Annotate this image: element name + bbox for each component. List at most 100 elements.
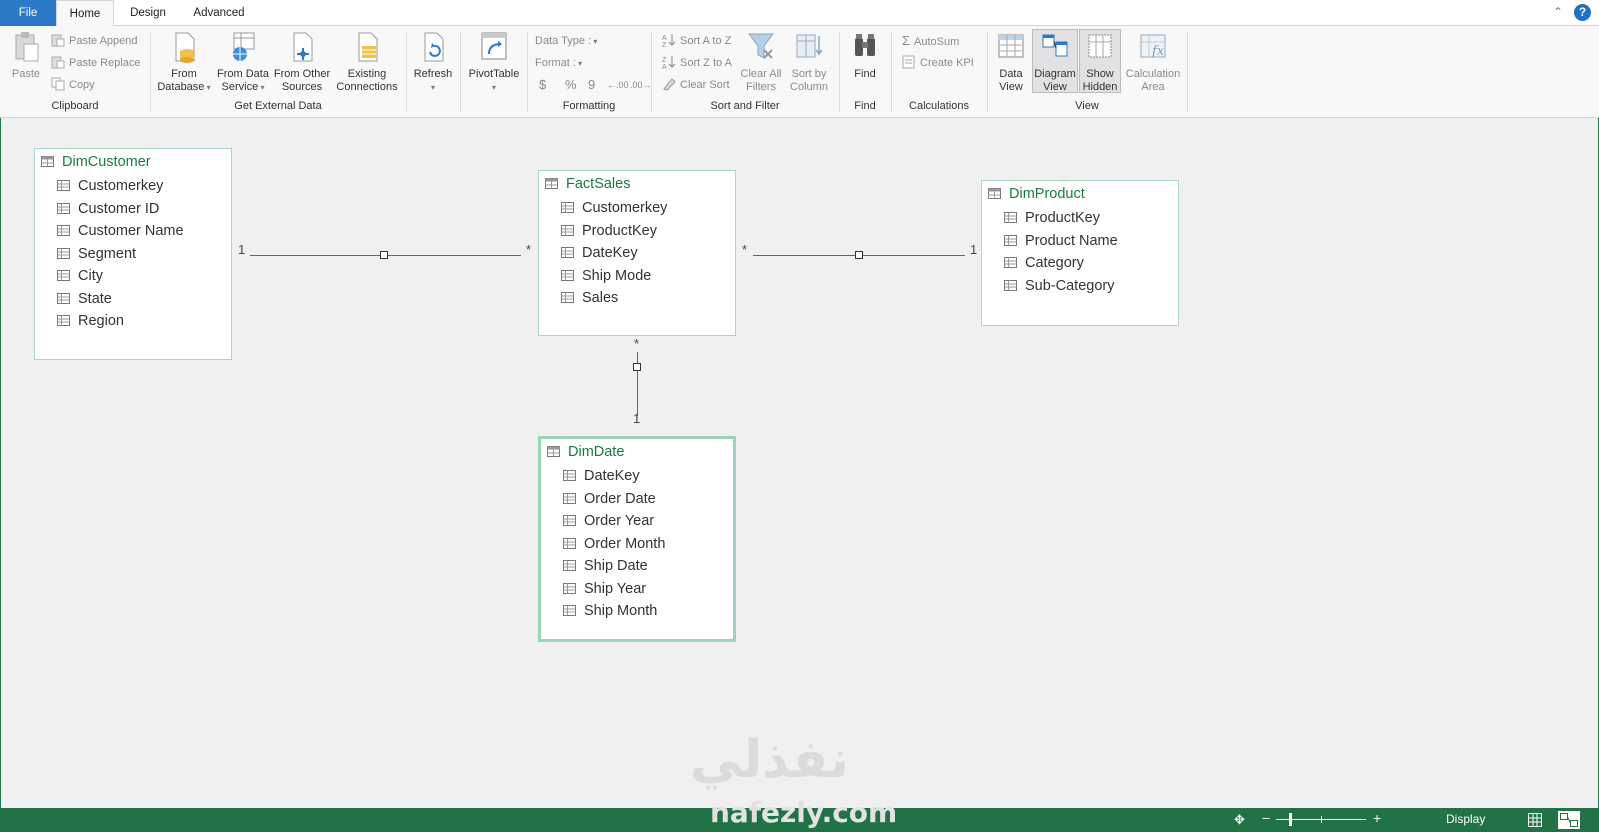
find-group-label: Find <box>854 100 876 112</box>
column-icon <box>57 202 70 214</box>
column-item[interactable]: Region <box>35 310 231 333</box>
svg-text:Z: Z <box>662 57 667 64</box>
svg-text:fx: fx <box>1151 44 1165 59</box>
column-icon <box>1004 234 1017 246</box>
increase-decimal-button[interactable]: ←.00 <box>607 77 629 93</box>
help-icon[interactable]: ? <box>1574 4 1591 21</box>
table-header[interactable]: DimProduct <box>982 181 1178 207</box>
data-view-button[interactable]: Data View <box>992 30 1030 94</box>
autosum-button[interactable]: Σ AutoSum <box>902 33 959 49</box>
tab-file[interactable]: File <box>0 0 56 26</box>
binoculars-icon <box>855 34 875 56</box>
relationship-many-label: * <box>526 242 532 257</box>
column-item[interactable]: ProductKey <box>982 207 1178 230</box>
create-kpi-button[interactable]: Create KPI <box>902 55 974 71</box>
tab-advanced[interactable]: Advanced <box>182 0 256 26</box>
diagram-canvas[interactable]: DimCustomer Customerkey Customer ID Cust… <box>0 118 1599 808</box>
column-item[interactable]: DateKey <box>541 465 733 488</box>
column-item[interactable]: Ship Date <box>541 555 733 578</box>
diagram-view-toggle[interactable] <box>1558 811 1580 829</box>
paste-button[interactable]: Paste <box>8 30 44 81</box>
relationship-handle[interactable] <box>380 251 388 259</box>
zoom-slider-thumb[interactable] <box>1289 813 1292 826</box>
relationship-one-label: 1 <box>633 411 641 426</box>
column-item[interactable]: Customerkey <box>35 175 231 198</box>
column-item[interactable]: Customer Name <box>35 220 231 243</box>
relationship-handle[interactable] <box>633 363 641 371</box>
data-type-dropdown[interactable]: Data Type : ▾ <box>535 33 597 49</box>
column-item[interactable]: Ship Month <box>541 600 733 623</box>
paste-append-icon <box>51 34 65 47</box>
relationship-handle[interactable] <box>855 251 863 259</box>
svg-text:A: A <box>662 35 667 42</box>
table-dimproduct[interactable]: DimProduct ProductKey Product Name Categ… <box>981 180 1179 326</box>
table-factsales[interactable]: FactSales Customerkey ProductKey DateKey… <box>538 170 736 336</box>
copy-button[interactable]: Copy <box>51 77 95 93</box>
sort-a-to-z-button[interactable]: A Z Sort A to Z <box>662 33 731 49</box>
pivottable-button[interactable]: PivotTable ▾ <box>464 30 524 94</box>
zoom-out-button[interactable]: − <box>1262 810 1270 826</box>
table-icon <box>545 178 558 189</box>
column-item[interactable]: State <box>35 288 231 311</box>
format-dropdown[interactable]: Format : ▾ <box>535 55 582 71</box>
show-hidden-button[interactable]: Show Hidden <box>1079 29 1121 93</box>
column-item[interactable]: Ship Mode <box>539 265 735 288</box>
refresh-button[interactable]: Refresh ▾ <box>410 30 456 94</box>
paste-replace-button[interactable]: Paste Replace <box>51 55 141 71</box>
relationship-line[interactable] <box>637 352 638 416</box>
column-item[interactable]: Order Month <box>541 533 733 556</box>
relationship-many-label: * <box>742 242 748 257</box>
table-dimdate[interactable]: DimDate DateKey Order Date Order Year Or… <box>538 436 736 642</box>
column-item[interactable]: Sales <box>539 287 735 310</box>
collapse-ribbon-icon[interactable]: ⌃ <box>1553 5 1563 19</box>
column-icon <box>561 269 574 281</box>
column-item[interactable]: Customer ID <box>35 198 231 221</box>
column-icon <box>57 225 70 236</box>
tab-home[interactable]: Home <box>56 0 114 27</box>
column-icon <box>1004 212 1017 223</box>
paste-icon <box>15 32 39 62</box>
column-item[interactable]: Sub-Category <box>982 275 1178 298</box>
grid-view-icon[interactable] <box>1528 813 1542 830</box>
sort-z-to-a-button[interactable]: Z A Sort Z to A <box>662 55 732 71</box>
column-item[interactable]: Segment <box>35 243 231 266</box>
find-button[interactable]: Find <box>845 30 885 81</box>
clear-sort-button[interactable]: Clear Sort <box>662 77 730 93</box>
zoom-tick <box>1321 816 1322 823</box>
column-item[interactable]: Order Date <box>541 488 733 511</box>
percent-format-button[interactable]: % <box>565 77 577 93</box>
column-item[interactable]: Order Year <box>541 510 733 533</box>
table-header[interactable]: DimCustomer <box>35 149 231 175</box>
sort-by-column-button[interactable]: Sort by Column <box>786 30 832 94</box>
watermark-arabic: نفذلي <box>690 730 850 790</box>
diagram-view-button[interactable]: Diagram View <box>1032 29 1078 93</box>
column-item[interactable]: Customerkey <box>539 197 735 220</box>
column-item[interactable]: ProductKey <box>539 220 735 243</box>
from-data-service-button[interactable]: From Data Service ▾ <box>214 30 272 94</box>
fit-to-screen-icon[interactable]: ✥ <box>1234 812 1245 828</box>
column-item[interactable]: DateKey <box>539 242 735 265</box>
column-item[interactable]: Category <box>982 252 1178 275</box>
table-header[interactable]: FactSales <box>539 171 735 197</box>
table-dimcustomer[interactable]: DimCustomer Customerkey Customer ID Cust… <box>34 148 232 360</box>
from-other-sources-button[interactable]: From Other Sources <box>272 30 332 94</box>
table-header[interactable]: DimDate <box>541 439 733 465</box>
decrease-decimal-button[interactable]: .00→ <box>630 77 652 93</box>
currency-format-button[interactable]: $ <box>539 77 546 93</box>
existing-connections-button[interactable]: Existing Connections <box>334 30 400 94</box>
group-separator <box>1187 32 1188 112</box>
from-database-button[interactable]: From Database ▾ <box>156 30 212 94</box>
calculation-area-button[interactable]: fx Calculation Area <box>1123 30 1183 94</box>
group-separator <box>406 32 407 112</box>
paste-append-button[interactable]: Paste Append <box>51 33 138 49</box>
column-icon <box>57 180 70 191</box>
clear-sort-icon <box>663 78 676 91</box>
clear-all-filters-button[interactable]: Clear All Filters <box>736 30 786 94</box>
comma-style-button[interactable]: 9 <box>588 77 595 93</box>
view-group-label: View <box>1075 100 1099 112</box>
zoom-in-button[interactable]: + <box>1373 810 1381 826</box>
column-item[interactable]: Product Name <box>982 230 1178 253</box>
column-item[interactable]: City <box>35 265 231 288</box>
tab-design[interactable]: Design <box>120 0 176 26</box>
column-item[interactable]: Ship Year <box>541 578 733 601</box>
